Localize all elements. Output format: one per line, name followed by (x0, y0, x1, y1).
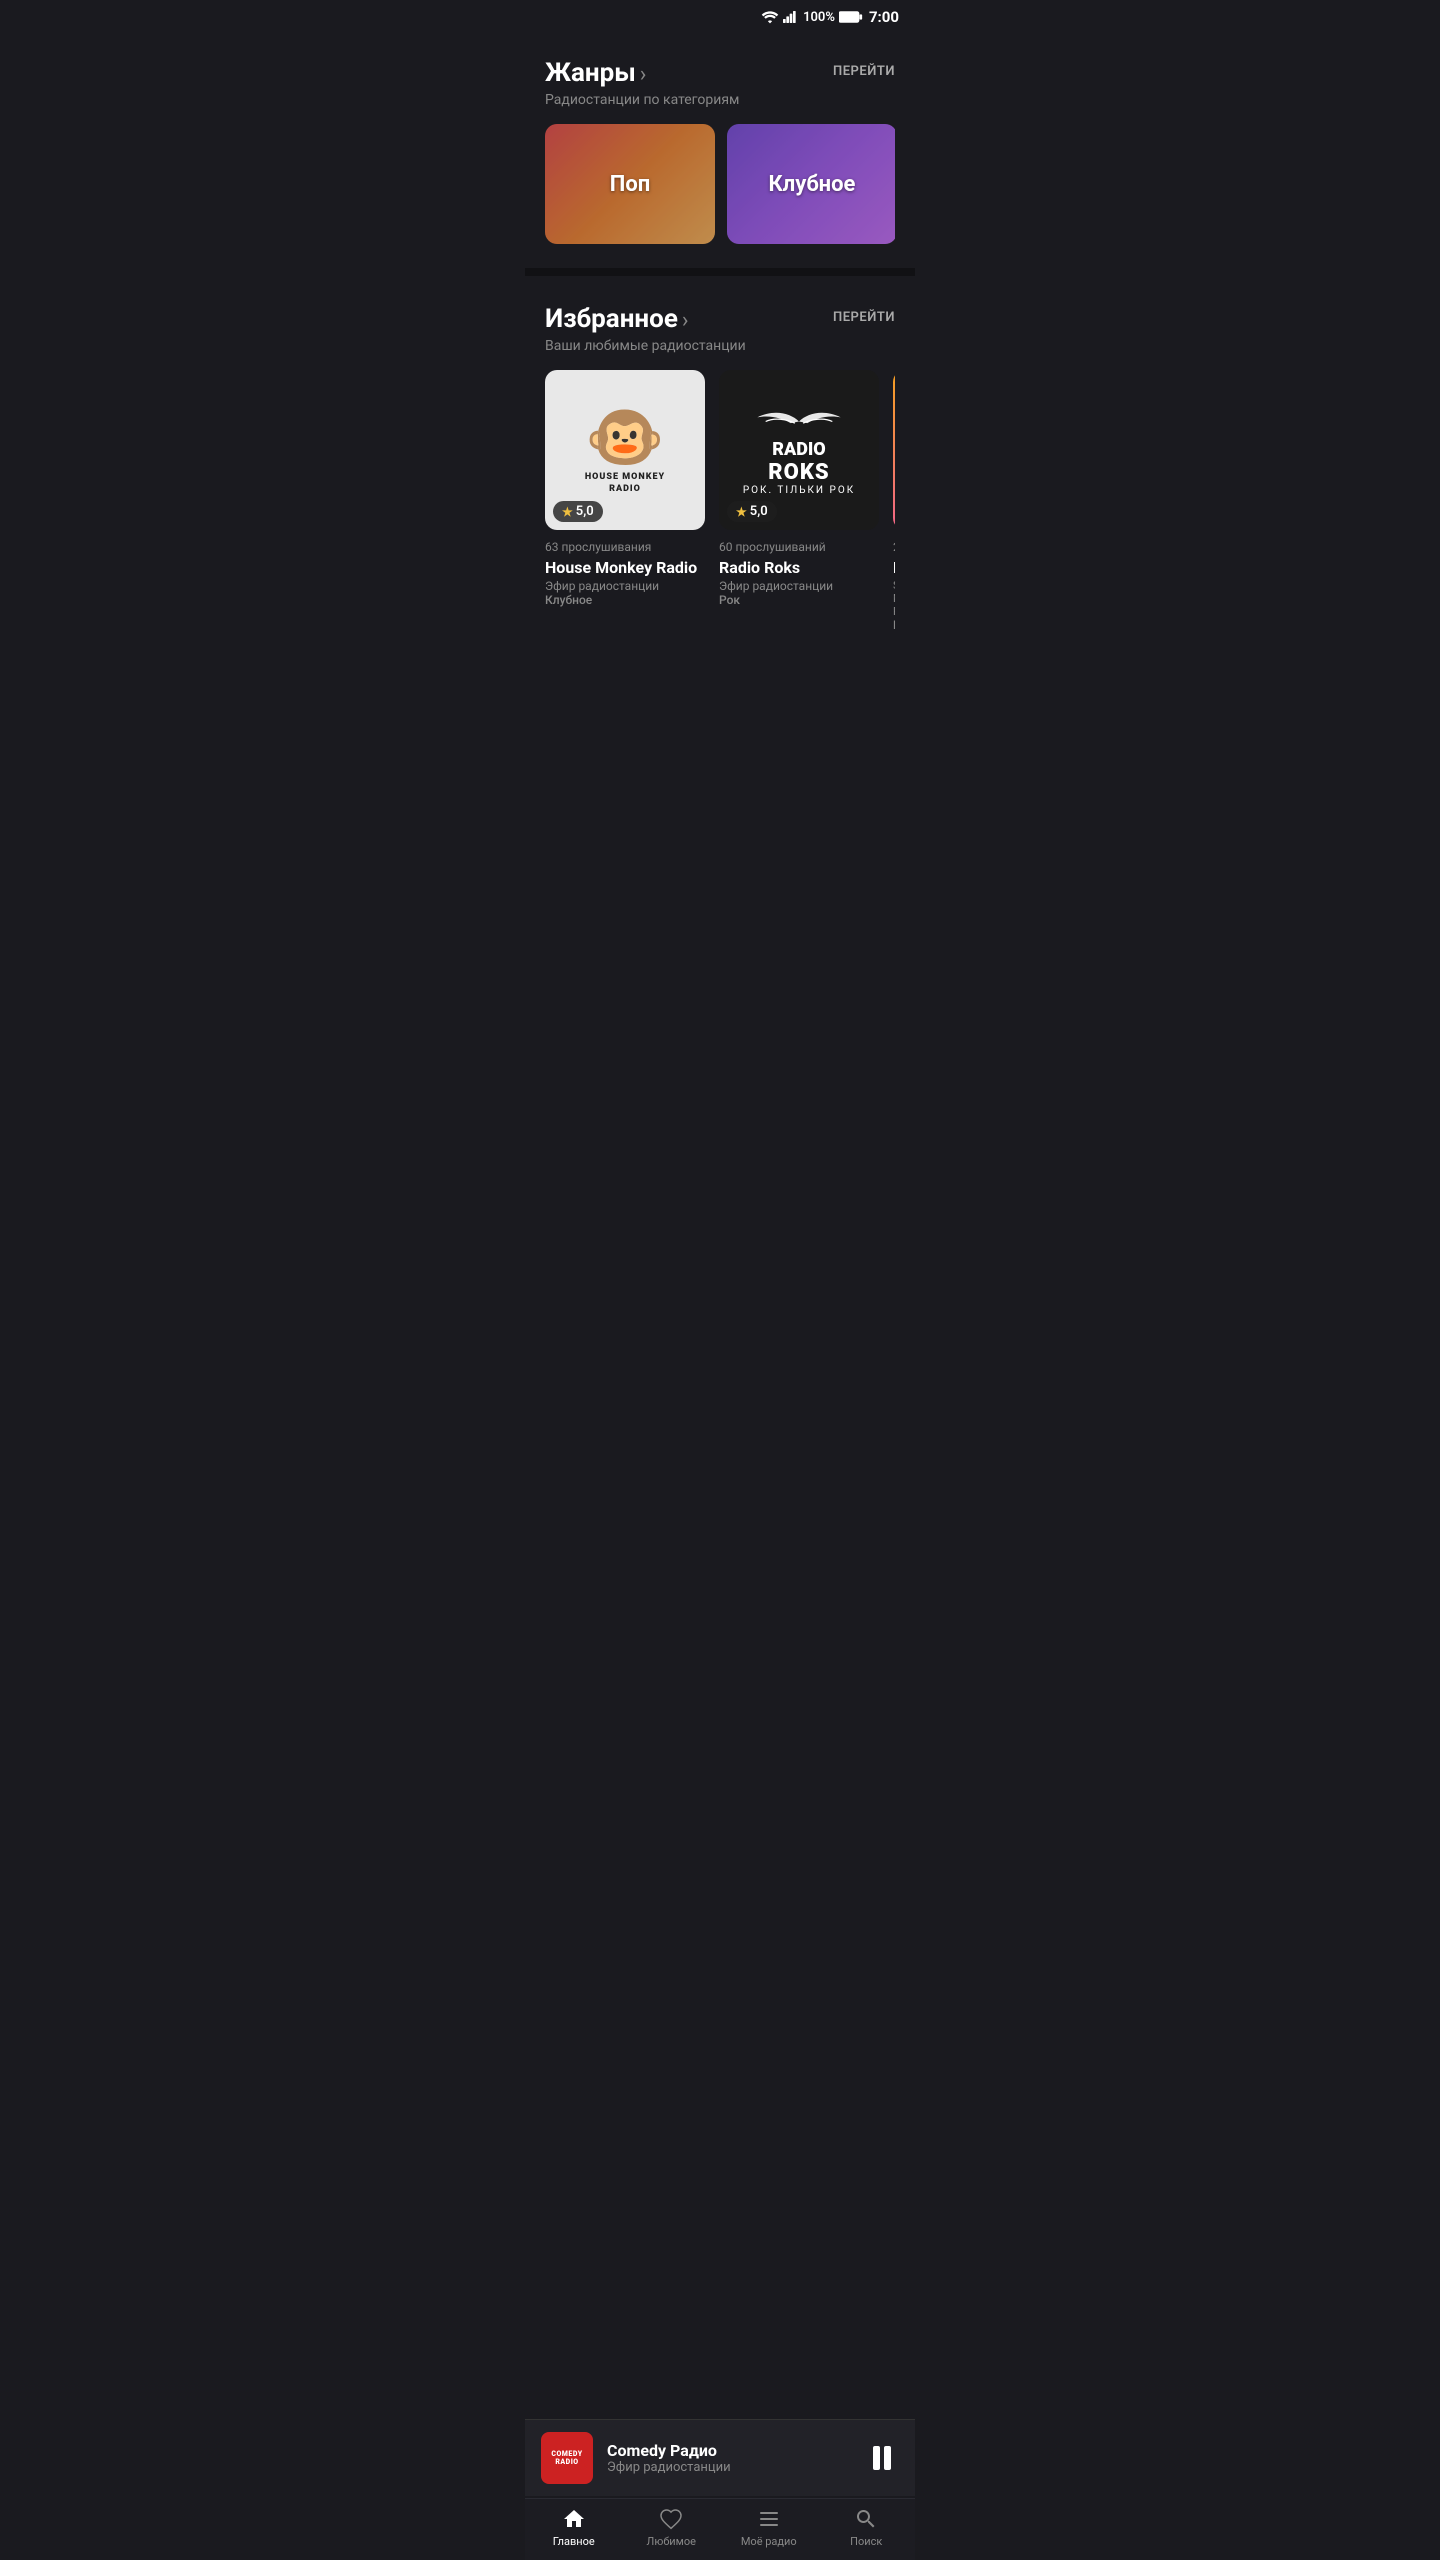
genre-label-pop: Поп (610, 172, 650, 197)
clock-time: 7:00 (869, 8, 899, 26)
star-icon: ★ (562, 505, 573, 519)
roks-wings-icon (749, 404, 849, 439)
genres-subtitle: Радиостанции по категориям (545, 92, 895, 108)
nav-item-search[interactable]: Поиск (818, 2507, 916, 2548)
star-icon-roks: ★ (736, 505, 747, 519)
now-playing-subtitle: Эфир радиостанции (607, 2460, 865, 2475)
monkey-plays: 63 прослушивания (545, 540, 705, 554)
status-bar: 100% 7:00 (525, 0, 915, 30)
genres-link[interactable]: ПЕРЕЙТИ (833, 64, 895, 79)
record-plays: 2762 прослу... (893, 540, 895, 554)
genre-card-club[interactable]: Клубное (727, 124, 895, 244)
battery-icon (839, 11, 863, 23)
favorites-title-group: Избранное› (545, 304, 688, 334)
monkey-rating: ★ 5,0 (553, 501, 603, 522)
station-card-record[interactable]: MEG MI ★ 4,2 2762 прослу... Record Me SL… (893, 370, 895, 632)
battery-percentage: 100% (803, 10, 835, 25)
station-thumb-roks: RADIO ROKS РОК. ТІЛЬКИ РОК ★ 5,0 (719, 370, 879, 530)
genres-title-group: Жанры› (545, 58, 646, 88)
main-content: Жанры› ПЕРЕЙТИ Радиостанции по категория… (525, 30, 915, 736)
station-card-monkey[interactable]: 🐵 HOUSE MONKEY RADIO ★ 5,0 63 прослушива… (545, 370, 705, 632)
monkey-face-icon: 🐵 (585, 406, 665, 470)
roks-info: Эфир радиостанции (719, 579, 879, 593)
station-card-roks[interactable]: RADIO ROKS РОК. ТІЛЬКИ РОК ★ 5,0 60 прос… (719, 370, 879, 632)
roks-logo: RADIO ROKS РОК. ТІЛЬКИ РОК (733, 394, 865, 506)
nav-label-search: Поиск (850, 2535, 882, 2548)
genres-section: Жанры› ПЕРЕЙТИ Радиостанции по категория… (525, 30, 915, 268)
nav-label-home: Главное (553, 2535, 595, 2548)
home-icon (562, 2507, 586, 2531)
record-mix: Megamix #6... (893, 592, 895, 605)
nav-label-favorites: Любимое (647, 2535, 696, 2548)
pause-bar-left (873, 2446, 880, 2470)
favorites-scroll: 🐵 HOUSE MONKEY RADIO ★ 5,0 63 прослушива… (545, 370, 895, 636)
roks-plays: 60 прослушиваний (719, 540, 879, 554)
roks-subtitle: РОК. ТІЛЬКИ РОК (743, 485, 855, 496)
favorites-header: Избранное› ПЕРЕЙТИ (545, 304, 895, 334)
now-playing-name: Comedy Радио (607, 2441, 865, 2460)
genres-arrow[interactable]: › (640, 62, 647, 87)
record-name: Record Me (893, 558, 895, 577)
favorites-title: Избранное (545, 304, 678, 334)
lines-icon (757, 2507, 781, 2531)
favorites-section: Избранное› ПЕРЕЙТИ Ваши любимые радиоста… (525, 276, 915, 656)
favorites-arrow[interactable]: › (682, 308, 689, 333)
record-station: Радио Рекор... (893, 605, 895, 618)
station-thumb-record: MEG MI ★ 4,2 (893, 370, 895, 530)
nav-item-favorites[interactable]: Любимое (623, 2507, 721, 2548)
signal-icon (783, 10, 799, 24)
monkey-logo: 🐵 HOUSE MONKEY RADIO (585, 406, 665, 494)
favorites-link[interactable]: ПЕРЕЙТИ (833, 310, 895, 325)
bottom-nav: Главное Любимое Моё радио Поиск (525, 2498, 915, 2560)
genre-scroll: Поп Клубное (545, 124, 895, 248)
heart-icon (659, 2507, 683, 2531)
roks-name-label: Radio Roks (719, 558, 879, 577)
record-info: SLIDER/MAG... (893, 579, 895, 592)
wifi-icon (761, 10, 779, 24)
pause-button[interactable] (865, 2442, 899, 2474)
section-divider (525, 268, 915, 276)
monkey-genre: Клубное (545, 593, 705, 607)
station-thumb-monkey: 🐵 HOUSE MONKEY RADIO ★ 5,0 (545, 370, 705, 530)
roks-rating: ★ 5,0 (727, 501, 777, 522)
monkey-name: House Monkey Radio (545, 558, 705, 577)
genres-header: Жанры› ПЕРЕЙТИ (545, 58, 895, 88)
monkey-info: Эфир радиостанции (545, 579, 705, 593)
now-playing-info: Comedy Радио Эфир радиостанции (607, 2441, 865, 2475)
nav-item-home[interactable]: Главное (525, 2507, 623, 2548)
roks-title: RADIO (772, 439, 826, 460)
genres-title: Жанры (545, 58, 636, 88)
search-icon (854, 2507, 878, 2531)
record-genre: Клубное (893, 618, 895, 632)
comedy-logo: COMEDYRADIO (551, 2450, 582, 2467)
favorites-subtitle: Ваши любимые радиостанции (545, 338, 895, 354)
status-icons: 100% 7:00 (761, 8, 899, 26)
now-playing-thumb: COMEDYRADIO (541, 2432, 593, 2484)
roks-genre: Рок (719, 593, 879, 607)
nav-item-myradio[interactable]: Моё радио (720, 2507, 818, 2548)
pause-bar-right (884, 2446, 891, 2470)
roks-name: ROKS (768, 460, 829, 485)
genre-card-pop[interactable]: Поп (545, 124, 715, 244)
nav-label-myradio: Моё радио (741, 2535, 797, 2548)
genre-label-club: Клубное (769, 172, 856, 197)
now-playing-bar[interactable]: COMEDYRADIO Comedy Радио Эфир радиостанц… (525, 2419, 915, 2496)
